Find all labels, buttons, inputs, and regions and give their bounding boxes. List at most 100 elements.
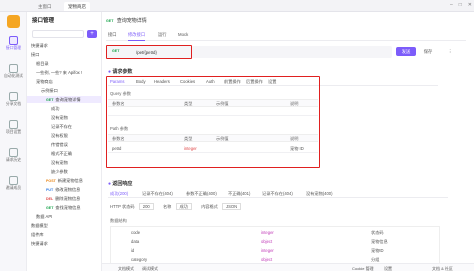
api-title: 查询宠物详情 [116, 18, 147, 24]
tab-api[interactable]: 接口 [108, 32, 117, 38]
tree-item[interactable]: 成功 [27, 105, 102, 112]
maximize-icon[interactable]: □ [459, 2, 462, 10]
tree-item[interactable]: 传错错误 [27, 141, 102, 148]
tree-item[interactable]: PUT 修改宠物信息 [27, 186, 102, 193]
content-type-select[interactable]: JSON [222, 203, 242, 210]
method-badge: GET [46, 98, 54, 102]
col-type: 类型 [184, 101, 193, 106]
tree-item[interactable]: 记录不存在 [27, 123, 102, 130]
col-name: 参数名 [112, 101, 125, 106]
schema-row[interactable]: data object 宠物信息 [111, 238, 441, 246]
name-input[interactable]: 成功 [175, 203, 192, 210]
rail-item-autotest[interactable]: 自动化测试 [0, 64, 27, 79]
query-table-header: 参数名 类型 示例值 说明 [108, 99, 318, 107]
url-highlight-box [106, 45, 192, 59]
nav-rail: 接口管理 自动化测试 分享文档 项目设置 请求历史 邀请成员 [0, 12, 27, 271]
path-row-petid[interactable]: petId integer 宠物 ID [108, 143, 318, 153]
resp-tab-200[interactable]: 成功(200) [110, 190, 128, 198]
resp-tab-400[interactable]: 参数不正确(400) [186, 190, 217, 198]
tree-item-label: 删除宠物信息 [55, 196, 81, 201]
tree-item[interactable]: DEL 删除宠物信息 [27, 195, 102, 202]
rail-item-settings[interactable]: 项目设置 [0, 120, 27, 135]
query-empty-row[interactable] [108, 108, 318, 116]
resp-tab-401[interactable]: 不正确(401) [228, 190, 250, 198]
close-icon[interactable]: ✕ [468, 2, 472, 10]
window-tab-main[interactable]: 主窗口 [34, 2, 56, 11]
tab-edit[interactable]: 修改接口 [128, 32, 146, 41]
schema-table: code integer 状态码 data object 宠物信息 id integer 宠物I… [110, 226, 440, 266]
tree-item-label: 没有宠物 [51, 115, 68, 120]
request-section-title: ● 请求参数 [108, 69, 133, 75]
tree-search-input[interactable] [32, 30, 84, 38]
main-panel: GET 查询宠物详情 接口 修改接口 运行 Mock GET /pet/{pet… [102, 12, 474, 271]
param-type[interactable]: integer [184, 146, 197, 151]
tab-run[interactable]: 运行 [158, 32, 167, 38]
footer-bar: 文档模式 调试模式 Cookie 管理 设置 文档 & 社区 [102, 263, 474, 271]
window-tab-petstore[interactable]: 宠物商店 [64, 2, 90, 11]
more-button[interactable]: ⋮ [442, 47, 458, 56]
status-select[interactable]: 200 [138, 203, 154, 210]
tree-item[interactable]: 没有权限 [27, 132, 102, 139]
tree-item[interactable]: 缺少参数 [27, 168, 102, 175]
response-section-title: ● 返回响应 [108, 181, 133, 187]
schema-name: code [131, 230, 141, 235]
schema-row[interactable]: code integer 状态码 [111, 229, 441, 237]
tree-item[interactable]: GET 查找宠物信息 [27, 204, 102, 211]
tree-item[interactable]: 组件库 [27, 231, 102, 238]
settings-icon [9, 120, 18, 129]
content-type-label: 内容格式 [201, 204, 218, 209]
param-desc[interactable]: 宠物 ID [290, 146, 304, 152]
rail-item-invite[interactable]: 邀请成员 [0, 176, 27, 191]
tree-item[interactable]: 一些例, 一些? 来 Apifox ! [27, 69, 102, 76]
resp-tab-404b[interactable]: 记录不存在(404) [262, 190, 293, 198]
invite-icon [9, 176, 18, 185]
rail-item-api[interactable]: 接口管理 [0, 36, 27, 51]
tree-item[interactable]: 宠物商店 [27, 78, 102, 85]
rail-item-share[interactable]: 分享文档 [0, 92, 27, 107]
tab-mock[interactable]: Mock [178, 32, 188, 37]
tree-item[interactable]: GET 查询宠物详情 [27, 96, 102, 103]
tree-item[interactable]: 接口 [27, 51, 102, 58]
add-button[interactable]: + [87, 30, 97, 38]
tree-item[interactable]: 格式不正确 [27, 150, 102, 157]
save-button[interactable]: 保存 [420, 47, 436, 56]
tree-item-label: 组件库 [31, 232, 44, 237]
schema-type: integer [261, 248, 274, 253]
tree-item-label: 快捷请求 [31, 241, 48, 246]
api-tabs: 接口 修改接口 运行 Mock [106, 32, 466, 41]
tree-item[interactable]: 没有宠物 [27, 114, 102, 121]
tree-item[interactable]: 快捷请求 [27, 240, 102, 247]
app-logo [7, 15, 20, 28]
path-label: Path 参数 [110, 126, 129, 131]
send-button[interactable]: 发送 [396, 47, 416, 56]
schema-type: integer [261, 230, 274, 235]
schema-name: data [131, 239, 140, 244]
schema-name: id [131, 248, 135, 253]
tree-item-label: 没有宠物 [51, 160, 68, 165]
tree-item[interactable]: 根目录 [27, 60, 102, 67]
param-name[interactable]: petId [112, 146, 121, 151]
tree-item-label: 宠物商店 [36, 79, 53, 84]
tree-item[interactable]: 数据 API [27, 213, 102, 220]
tree-item-label: 查询宠物详情 [55, 97, 81, 102]
resp-tab-404[interactable]: 记录不存在(404) [142, 190, 173, 198]
schema-label: 数据结构 [110, 218, 127, 223]
tree-item-label: 一些例, 一些? 来 Apifox ! [36, 70, 83, 75]
schema-name: category [131, 257, 148, 262]
doc-icon [9, 92, 18, 101]
test-icon [9, 64, 18, 73]
rail-item-history[interactable]: 请求历史 [0, 148, 27, 163]
history-icon [9, 148, 18, 157]
tree-item[interactable]: 没有宠物 [27, 159, 102, 166]
tree-item-label: 成功 [51, 106, 60, 111]
method-badge: POST [46, 179, 56, 183]
tree-item[interactable]: 数据模型 [27, 222, 102, 229]
tree-item-label: 记录不存在 [51, 124, 72, 129]
tree-item[interactable]: POST 新建宠物信息 [27, 177, 102, 184]
minimize-icon[interactable]: – [450, 2, 453, 10]
tree-item[interactable]: 示例接口 [27, 87, 102, 94]
resp-tab-400b[interactable]: 没有宠物(400) [306, 190, 333, 198]
tree-item-label: 传错错误 [51, 142, 68, 147]
schema-row[interactable]: id integer 宠物ID [111, 247, 441, 255]
tree-item[interactable]: 快捷请求 [27, 42, 102, 49]
